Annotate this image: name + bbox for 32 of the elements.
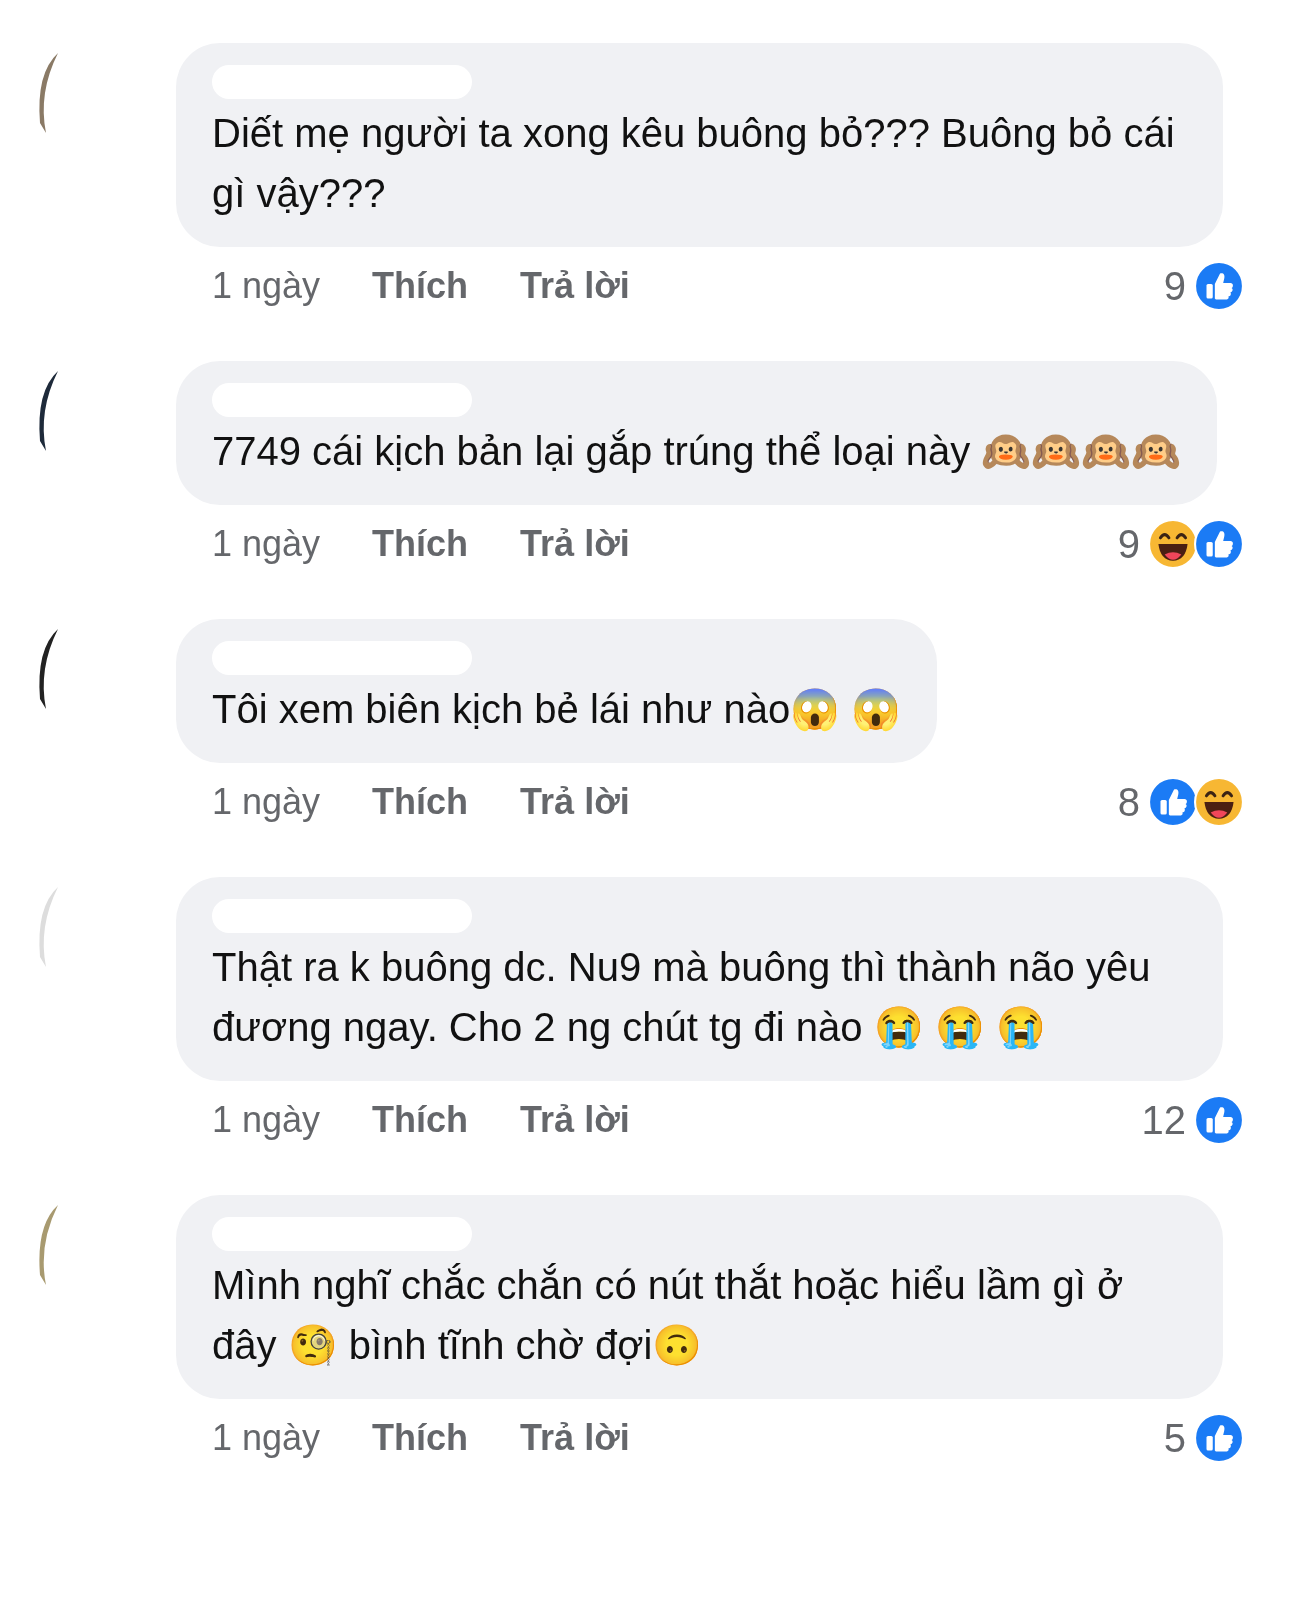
like-link[interactable]: Thích bbox=[372, 781, 469, 823]
comment-text: Mình nghĩ chắc chắn có nút thắt hoặc hiểu lầm gì ở đây 🧐 bình tĩnh chờ đợi🙃 bbox=[212, 1262, 1125, 1369]
like-icon bbox=[1194, 261, 1244, 311]
like-icon bbox=[1194, 1413, 1244, 1463]
timestamp: 1 ngày bbox=[212, 265, 321, 307]
reaction-count: 12 bbox=[1141, 1097, 1186, 1143]
laughing-face-icon bbox=[1148, 519, 1198, 569]
reply-link[interactable]: Trả lời bbox=[520, 523, 630, 565]
timestamp: 1 ngày bbox=[212, 1417, 321, 1459]
reaction-count: 9 bbox=[1163, 263, 1186, 309]
like-link[interactable]: Thích bbox=[372, 523, 469, 565]
comment-text: 7749 cái kịch bản lại gắp trúng thể loại này 🙉🙉🙉🙉 bbox=[212, 428, 1182, 475]
reaction-count: 8 bbox=[1117, 779, 1140, 825]
timestamp: 1 ngày bbox=[212, 1099, 321, 1141]
like-link[interactable]: Thích bbox=[372, 265, 469, 307]
comment-text: Thật ra k buông dc. Nu9 mà buông thì thành não yêu đương ngay. Cho 2 ng chút tg đi nào 😭 😭 😭 bbox=[212, 944, 1152, 1052]
like-link[interactable]: Thích bbox=[372, 1417, 469, 1459]
reply-link[interactable]: Trả lời bbox=[520, 265, 630, 307]
like-icon bbox=[1148, 777, 1198, 827]
laughing-face-icon bbox=[1194, 777, 1244, 827]
like-icon bbox=[1194, 519, 1244, 569]
reaction-count: 9 bbox=[1117, 521, 1140, 567]
reply-link[interactable]: Trả lời bbox=[520, 781, 630, 823]
like-link[interactable]: Thích bbox=[372, 1099, 469, 1141]
like-icon bbox=[1194, 1095, 1244, 1145]
reply-link[interactable]: Trả lời bbox=[520, 1417, 630, 1459]
timestamp: 1 ngày bbox=[212, 523, 321, 565]
timestamp: 1 ngày bbox=[212, 781, 321, 823]
comment-text: Diết mẹ người ta xong kêu buông bỏ??? Buông bỏ cái gì vậy??? bbox=[212, 110, 1176, 217]
comment-text: Tôi xem biên kịch bẻ lái như nào😱 😱 bbox=[212, 686, 902, 734]
reply-link[interactable]: Trả lời bbox=[520, 1099, 630, 1141]
reaction-count: 5 bbox=[1163, 1415, 1186, 1461]
